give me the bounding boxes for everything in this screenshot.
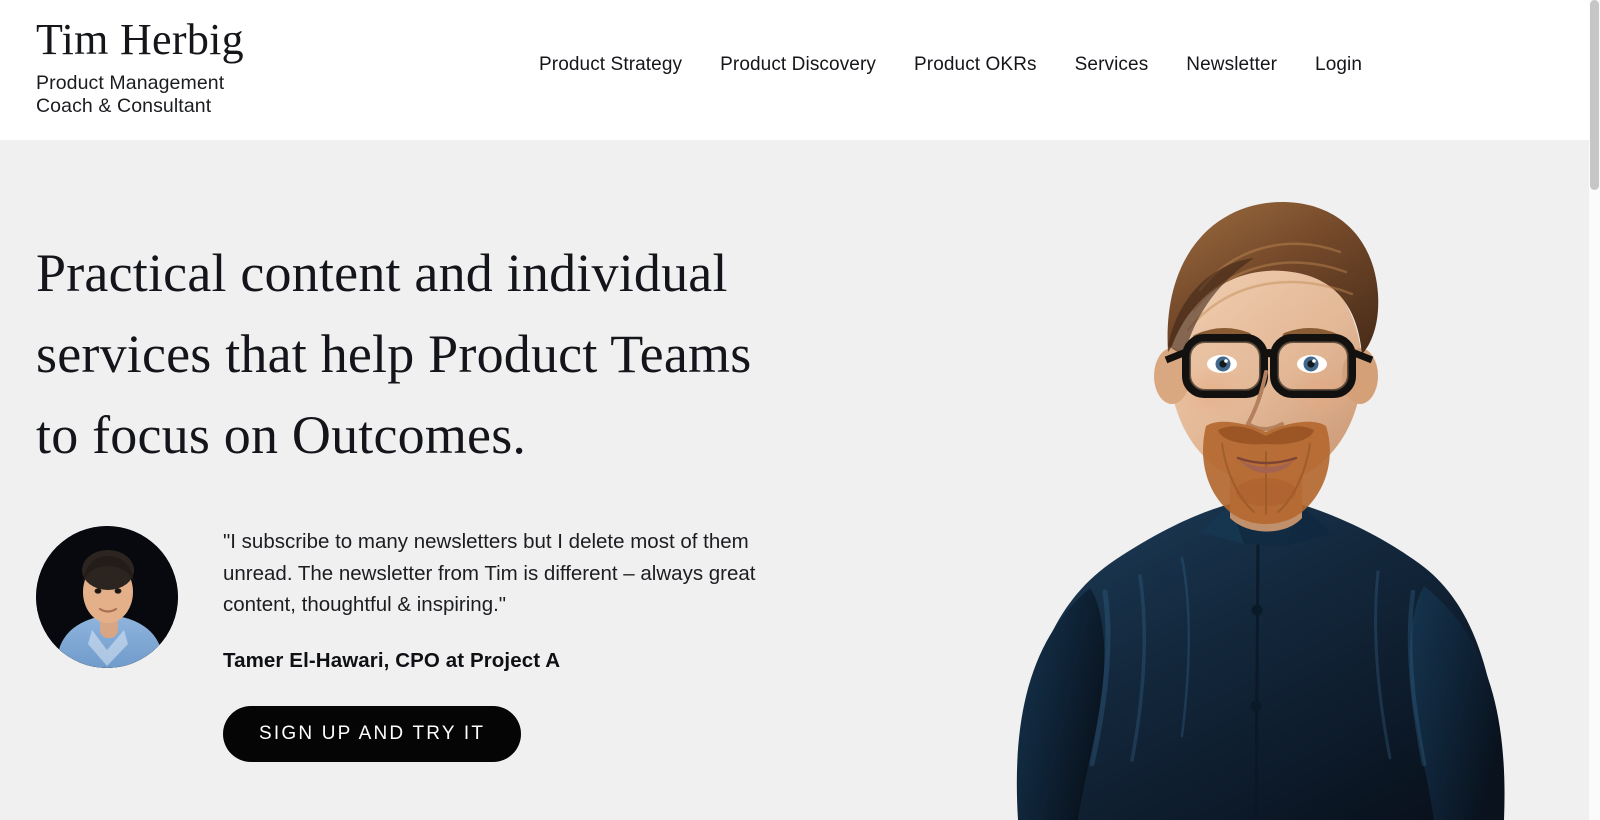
- headline-line-3: to focus on Outcomes.: [36, 405, 527, 465]
- hero-section: Practical content and individual service…: [0, 140, 1600, 820]
- brand-tagline-line-1: Product Management: [36, 72, 225, 94]
- site-header: Tim Herbig Product Management Coach & Co…: [0, 0, 1600, 140]
- brand-tagline-line-2: Coach & Consultant: [36, 95, 212, 117]
- testimonial: "I subscribe to many newsletters but I d…: [36, 522, 836, 762]
- nav-link-newsletter[interactable]: Newsletter: [1167, 52, 1296, 78]
- main-navigation: Product Strategy Product Discovery Produ…: [520, 52, 1381, 78]
- hero-copy: Practical content and individual service…: [36, 140, 866, 476]
- headline-line-2: services that help Product Teams: [36, 324, 752, 384]
- nav-link-product-discovery[interactable]: Product Discovery: [701, 52, 895, 78]
- brand-tagline: Product Management Coach & Consultant: [36, 72, 244, 118]
- testimonial-body: "I subscribe to many newsletters but I d…: [223, 522, 793, 762]
- sign-up-and-try-it-button[interactable]: Sign up and try it: [223, 705, 522, 762]
- brand-name: Tim Herbig: [36, 15, 244, 64]
- nav-link-login[interactable]: Login: [1296, 52, 1381, 78]
- nav-link-services[interactable]: Services: [1056, 52, 1168, 78]
- avatar: [36, 526, 178, 668]
- headline-line-1: Practical content and individual: [36, 243, 728, 303]
- page-title: Practical content and individual service…: [36, 233, 866, 476]
- testimonial-attribution: Tamer El-Hawari, CPO at Project A: [223, 648, 561, 672]
- hero-portrait-image: [900, 140, 1600, 820]
- testimonial-quote: "I subscribe to many newsletters but I d…: [223, 530, 756, 616]
- brand-logo-link[interactable]: Tim Herbig Product Management Coach & Co…: [36, 14, 244, 118]
- nav-link-product-strategy[interactable]: Product Strategy: [520, 52, 701, 78]
- scrollbar-thumb[interactable]: [1590, 0, 1599, 190]
- page-scrollbar[interactable]: [1589, 0, 1600, 820]
- nav-link-product-okrs[interactable]: Product OKRs: [895, 52, 1056, 78]
